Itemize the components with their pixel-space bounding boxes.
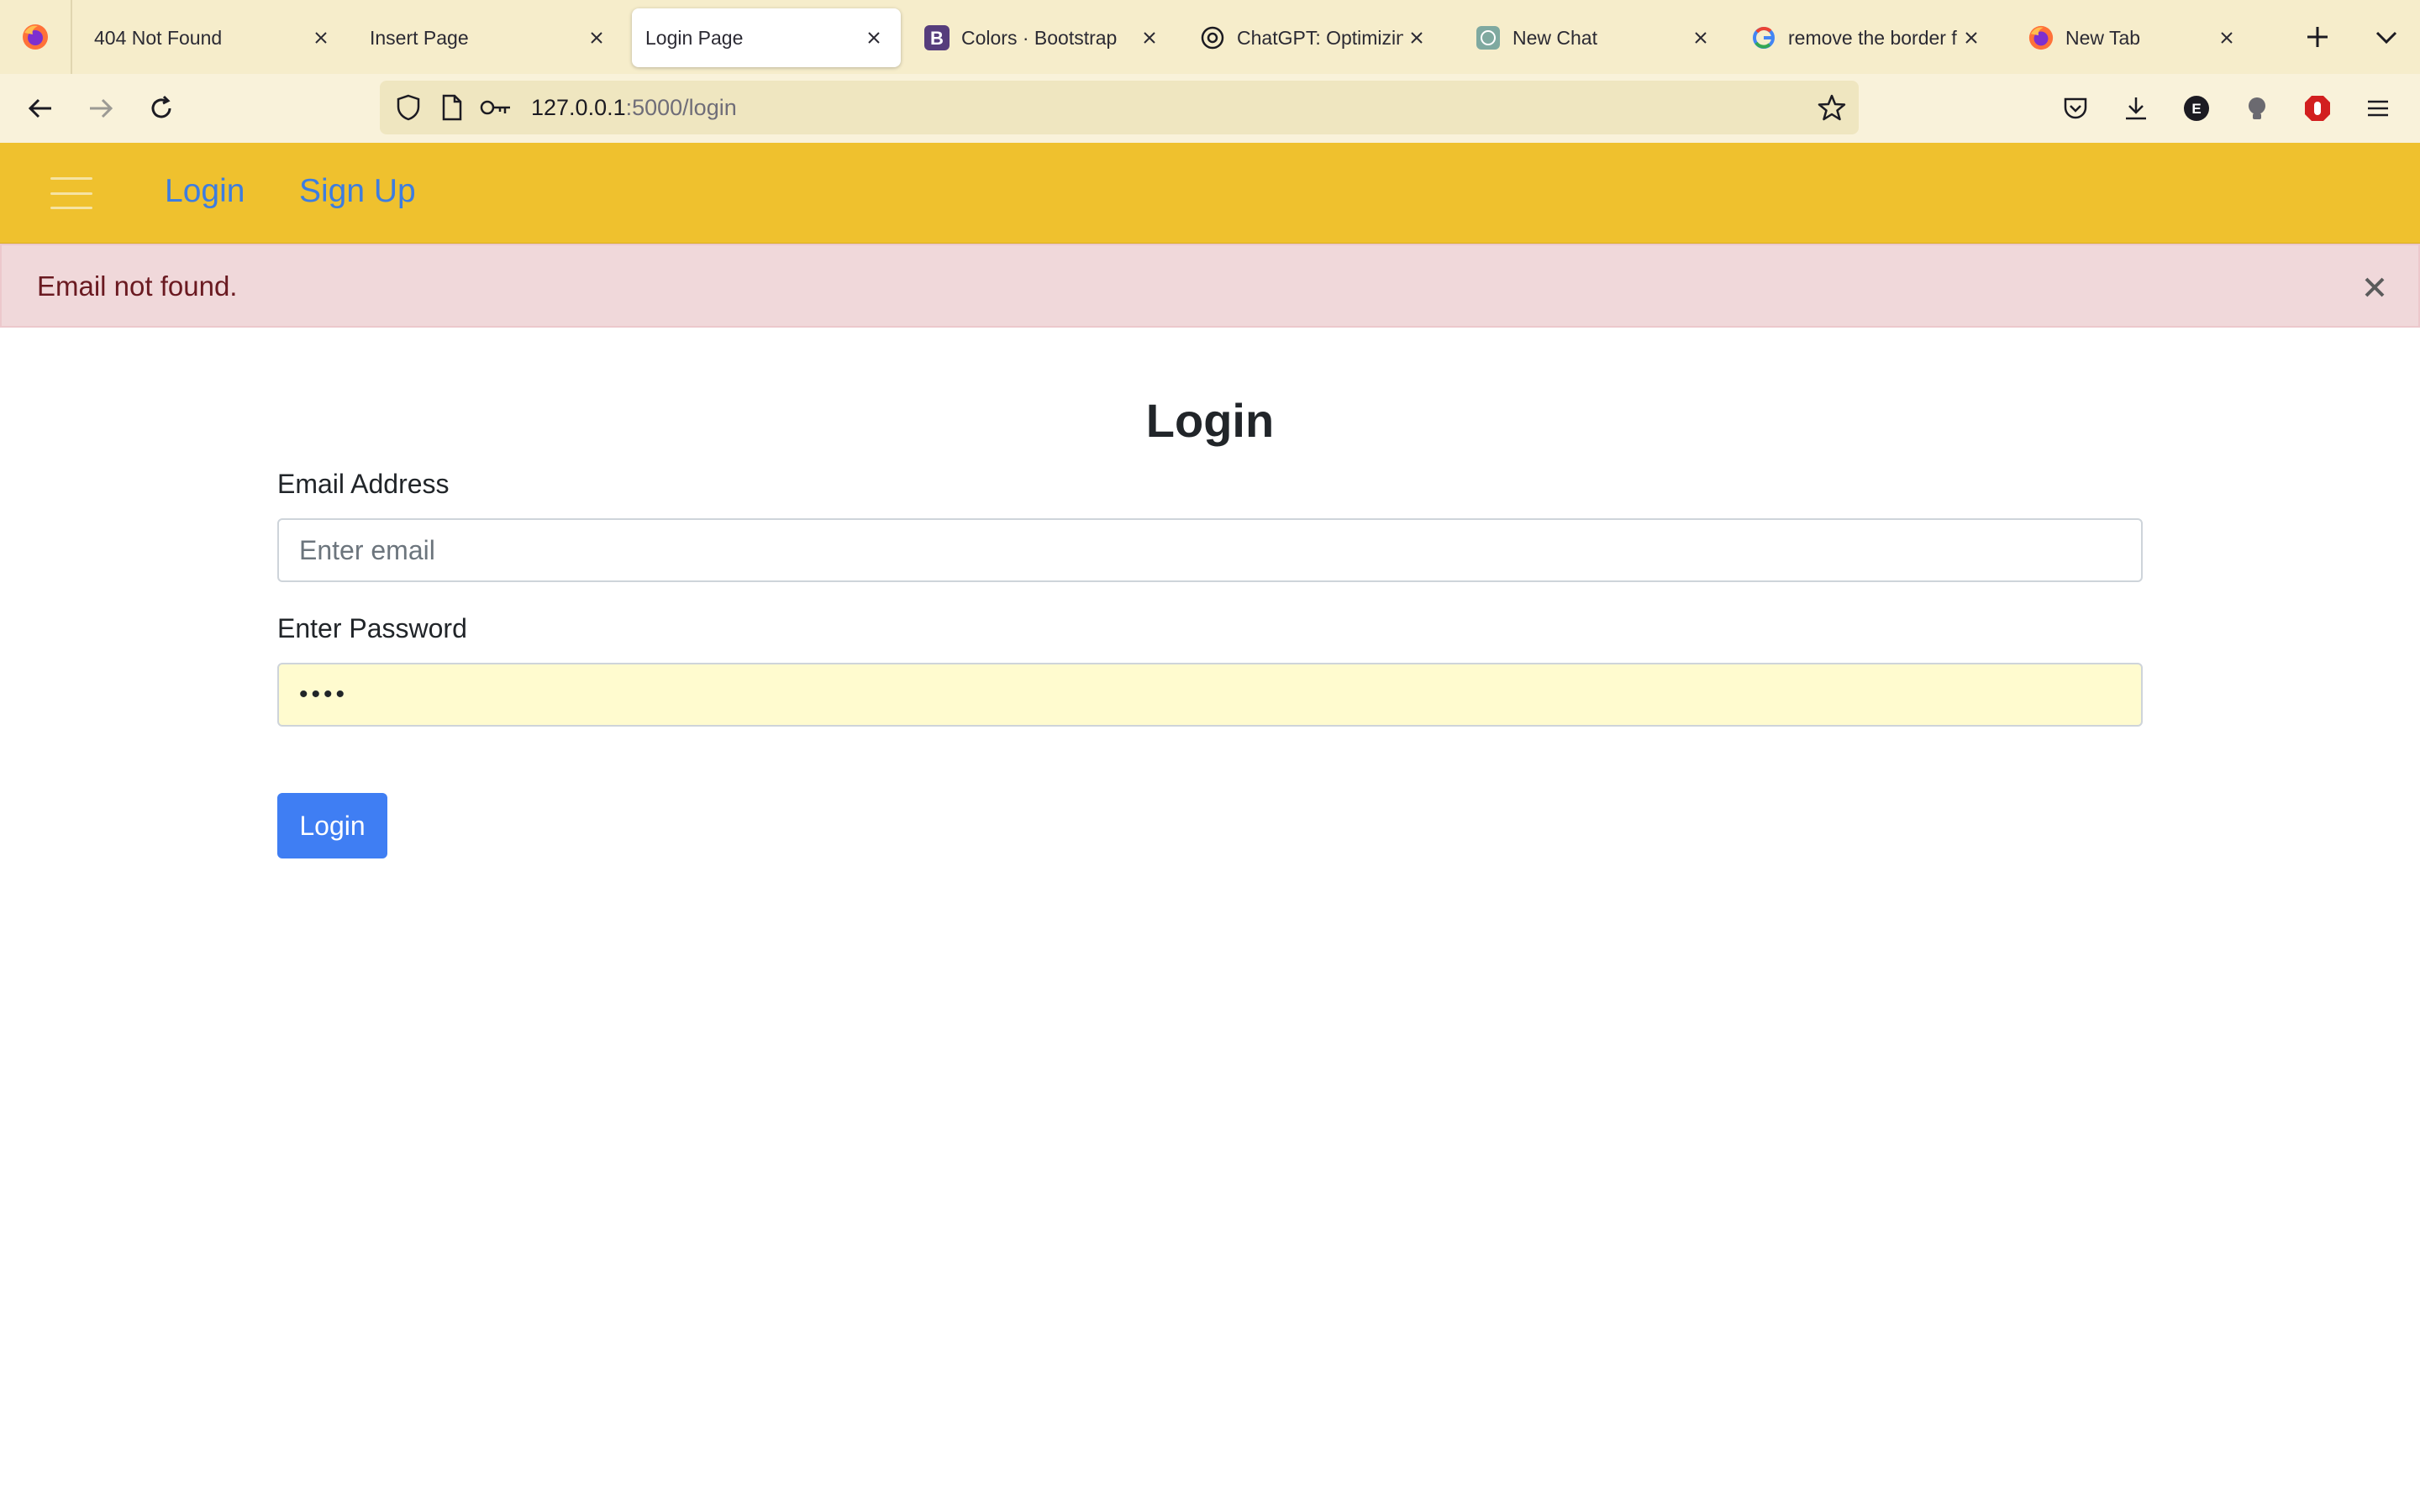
tab-close-icon[interactable] <box>1136 24 1163 51</box>
browser-tab-strip: 404 Not Found Insert Page Login Page B C… <box>0 0 2420 74</box>
tab-title: 404 Not Found <box>94 26 223 49</box>
tab-title: New Tab <box>2065 26 2141 49</box>
pocket-icon <box>2064 97 2087 119</box>
extension-e-icon: E <box>2184 96 2209 121</box>
tab-title: Login Page <box>645 26 744 49</box>
url-text: 127.0.0.1:5000/login <box>531 95 737 121</box>
new-tab-button[interactable] <box>2292 12 2343 62</box>
tab-close-icon[interactable] <box>1403 24 1430 51</box>
downloads-button[interactable] <box>2111 83 2161 134</box>
email-field[interactable]: Enter email <box>277 518 2143 582</box>
email-placeholder: Enter email <box>299 534 435 565</box>
alert-close-icon[interactable] <box>2360 272 2390 302</box>
firefox-view-button[interactable] <box>0 0 72 74</box>
tab-title: Insert Page <box>370 26 469 49</box>
error-alert: Email not found. <box>0 244 2420 328</box>
tab-404-not-found[interactable]: 404 Not Found <box>81 8 348 67</box>
chat-icon <box>1474 24 1502 52</box>
svg-text:B: B <box>930 28 944 49</box>
google-icon <box>1749 24 1778 52</box>
extension-bulb-icon <box>2249 97 2265 119</box>
tab-google-search[interactable]: remove the border fr <box>1736 8 1998 67</box>
app-menu-button[interactable] <box>2353 83 2403 134</box>
adblock-icon <box>2305 96 2330 121</box>
firefox-icon <box>23 24 48 50</box>
password-label: Enter Password <box>277 613 467 643</box>
reload-icon <box>151 95 171 118</box>
extension-bulb-button[interactable] <box>2232 83 2282 134</box>
reload-button[interactable] <box>136 83 187 134</box>
tab-title: ChatGPT: Optimizing <box>1237 26 1403 49</box>
bootstrap-icon: B <box>923 24 951 52</box>
chevron-down-icon <box>2375 31 2397 45</box>
tab-close-icon[interactable] <box>1958 24 1985 51</box>
extension-e-button[interactable]: E <box>2171 83 2222 134</box>
star-icon[interactable] <box>1815 91 1849 124</box>
url-bar[interactable]: 127.0.0.1:5000/login <box>380 81 1859 134</box>
tab-close-icon[interactable] <box>2213 24 2240 51</box>
alert-message: Email not found. <box>37 270 238 302</box>
menu-icon <box>2368 100 2388 117</box>
tab-close-icon[interactable] <box>1687 24 1714 51</box>
back-icon <box>28 98 51 118</box>
page-title: Login <box>1145 394 1275 447</box>
tab-login-page[interactable]: Login Page <box>632 8 901 67</box>
email-label: Email Address <box>277 469 450 499</box>
site-navbar: Login Sign Up <box>0 143 2420 244</box>
firefox-icon <box>2027 24 2055 52</box>
browser-toolbar: 127.0.0.1:5000/login E <box>0 74 2420 143</box>
svg-text:E: E <box>2191 101 2201 117</box>
forward-icon <box>90 98 113 118</box>
shield-icon[interactable] <box>392 91 425 124</box>
tab-colors-bootstrap[interactable]: B Colors · Bootstrap <box>909 8 1176 67</box>
list-all-tabs-button[interactable] <box>2361 12 2412 62</box>
url-host: 127.0.0.1 <box>531 95 626 120</box>
tab-title: New Chat <box>1512 26 1597 49</box>
password-field[interactable]: •••• <box>277 663 2143 727</box>
login-button[interactable]: Login <box>277 793 387 858</box>
tab-title: Colors · Bootstrap <box>961 26 1118 49</box>
pocket-button[interactable] <box>2050 83 2101 134</box>
tab-close-icon[interactable] <box>308 24 334 51</box>
adblock-button[interactable] <box>2292 83 2343 134</box>
navbar-toggler-icon[interactable] <box>50 175 92 212</box>
forward-button[interactable] <box>76 83 126 134</box>
tab-title: remove the border fr <box>1788 26 1958 49</box>
page-icon[interactable] <box>435 91 469 124</box>
tab-new-chat[interactable]: New Chat <box>1460 8 1728 67</box>
back-button[interactable] <box>15 83 66 134</box>
plus-icon <box>2307 27 2328 47</box>
url-path: :5000/login <box>625 95 737 120</box>
password-value: •••• <box>299 680 349 708</box>
download-icon <box>2126 97 2146 120</box>
tab-new-tab[interactable]: New Tab <box>2013 8 2254 67</box>
key-icon[interactable] <box>479 91 513 124</box>
tab-close-icon[interactable] <box>583 24 610 51</box>
chatgpt-icon <box>1198 24 1227 52</box>
tab-chatgpt[interactable]: ChatGPT: Optimizing <box>1185 8 1444 67</box>
tab-insert-page[interactable]: Insert Page <box>356 8 623 67</box>
nav-login-link[interactable]: Login <box>165 173 245 210</box>
tab-close-icon[interactable] <box>860 24 887 51</box>
nav-signup-link[interactable]: Sign Up <box>299 173 416 210</box>
